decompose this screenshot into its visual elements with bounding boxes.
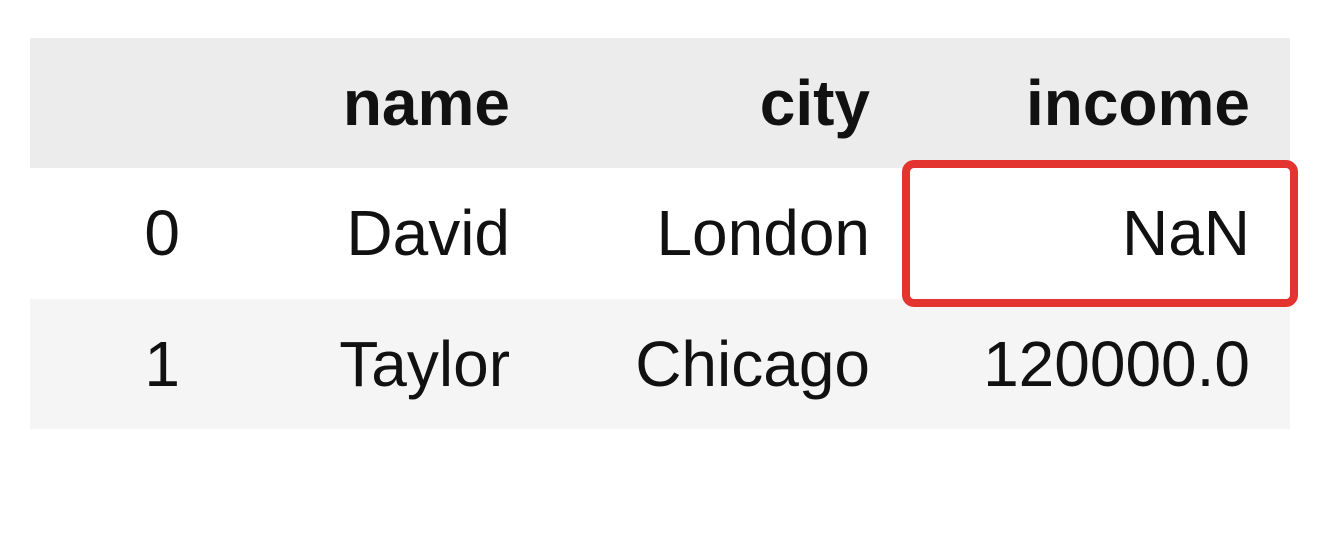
row-index: 1 <box>30 299 220 429</box>
cell-name: Taylor <box>220 299 550 429</box>
cell-income: 120000.0 <box>910 299 1290 429</box>
row-index: 0 <box>30 168 220 298</box>
cell-name: David <box>220 168 550 298</box>
table-header-row: name city income <box>30 38 1290 168</box>
col-header-income: income <box>910 38 1290 168</box>
col-header-name: name <box>220 38 550 168</box>
index-header <box>30 38 220 168</box>
table-row: 1 Taylor Chicago 120000.0 <box>30 299 1290 429</box>
cell-city: Chicago <box>550 299 910 429</box>
col-header-city: city <box>550 38 910 168</box>
cell-city: London <box>550 168 910 298</box>
table-frame: name city income 0 David London NaN 1 Ta… <box>0 0 1320 552</box>
cell-income: NaN <box>910 168 1290 298</box>
dataframe-table: name city income 0 David London NaN 1 Ta… <box>30 38 1290 429</box>
table-row: 0 David London NaN <box>30 168 1290 298</box>
